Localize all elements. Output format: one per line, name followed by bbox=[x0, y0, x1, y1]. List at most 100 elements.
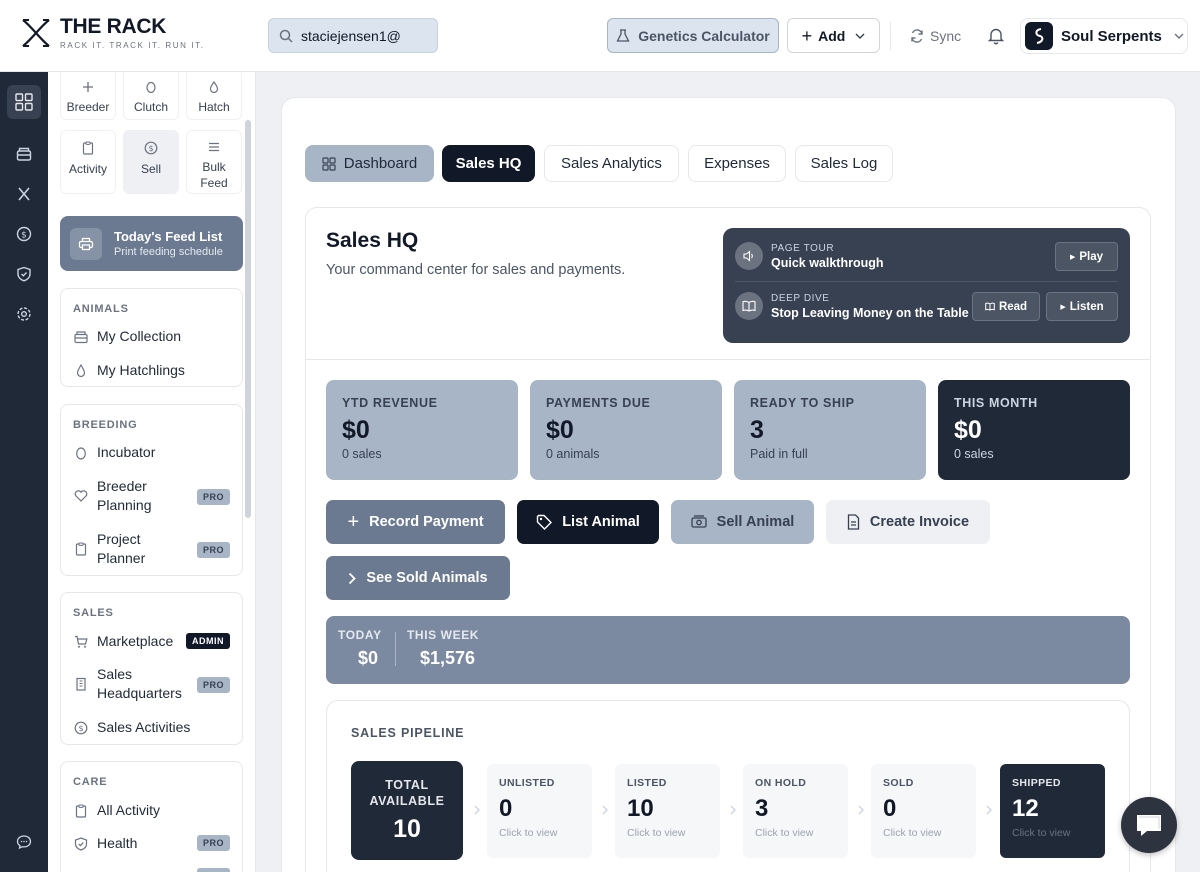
tab-label: Sales HQ bbox=[455, 155, 522, 172]
svg-text:$: $ bbox=[78, 724, 83, 733]
svg-text:$: $ bbox=[21, 231, 27, 241]
quick-action-label: Hatch bbox=[198, 100, 230, 114]
pipeline-total-available[interactable]: TOTAL AVAILABLE 10 bbox=[351, 761, 463, 860]
chat-launcher-button[interactable] bbox=[1121, 797, 1177, 853]
sidebar-item-my-hatchlings[interactable]: My Hatchlings bbox=[73, 361, 233, 380]
chevron-right-icon bbox=[474, 805, 480, 815]
rail-breeding[interactable] bbox=[7, 177, 41, 211]
sidebar-item-incubator[interactable]: Incubator bbox=[73, 443, 233, 462]
sync-button[interactable]: Sync bbox=[910, 18, 968, 53]
sidebar-item-label: Marketplace bbox=[97, 633, 174, 649]
page-tour-title: Quick walkthrough bbox=[771, 255, 884, 270]
listen-button[interactable]: ▶ Listen bbox=[1046, 292, 1118, 321]
stage-label: LISTED bbox=[627, 777, 667, 789]
add-button[interactable]: + Add bbox=[787, 18, 880, 53]
quick-action-activity[interactable]: Activity bbox=[60, 130, 116, 194]
rail-messages[interactable] bbox=[7, 825, 41, 859]
rail-sales[interactable]: $ bbox=[7, 217, 41, 251]
flask-icon bbox=[616, 28, 630, 42]
tour-card: PAGE TOUR Quick walkthrough ▶ Play DEEP … bbox=[723, 228, 1130, 343]
quick-action-label: Sell bbox=[140, 162, 161, 176]
rail-dashboard[interactable] bbox=[7, 85, 41, 119]
quick-action-label: Bulk Feed bbox=[200, 160, 228, 190]
sidebar-item-sales-activities[interactable]: $ Sales Activities bbox=[73, 718, 233, 737]
stage-hint: Click to view bbox=[1012, 827, 1071, 839]
clipboard-icon bbox=[75, 804, 87, 818]
breeding-group: BREEDING Incubator Breeder Planning PRO … bbox=[60, 404, 243, 576]
pipeline-stage-sold[interactable]: SOLD 0 Click to view bbox=[871, 764, 976, 858]
play-label: Play bbox=[1079, 250, 1104, 263]
search-box[interactable] bbox=[268, 18, 438, 53]
heart-icon bbox=[74, 490, 88, 502]
total-available-value: 10 bbox=[393, 815, 421, 843]
quick-action-sell[interactable]: $ Sell bbox=[123, 130, 179, 194]
dollar-icon: $ bbox=[74, 721, 88, 734]
quick-action-clutch[interactable]: Clutch bbox=[123, 72, 179, 120]
sync-icon bbox=[911, 28, 923, 43]
pipeline-stage-on-hold[interactable]: ON HOLD 3 Click to view bbox=[743, 764, 848, 858]
chevron-down-icon bbox=[855, 33, 865, 39]
sidebar-item-label: Incubator bbox=[97, 444, 156, 460]
sidebar-item-my-collection[interactable]: My Collection bbox=[73, 327, 233, 346]
building-icon bbox=[76, 677, 86, 691]
rail-collection[interactable] bbox=[7, 137, 41, 171]
stat-card-ready-to-ship[interactable]: READY TO SHIP 3 Paid in full bbox=[734, 380, 926, 480]
record-payment-label: Record Payment bbox=[369, 514, 484, 530]
record-payment-button[interactable]: + Record Payment bbox=[326, 500, 505, 544]
account-switcher[interactable]: Soul Serpents bbox=[1020, 18, 1188, 54]
pipeline-stage-shipped[interactable]: SHIPPED 12 Click to view bbox=[1000, 764, 1105, 858]
box-icon bbox=[74, 330, 88, 343]
page-subtitle: Your command center for sales and paymen… bbox=[326, 262, 626, 278]
chat-bubble-icon bbox=[16, 835, 32, 850]
dollar-icon: $ bbox=[16, 226, 32, 242]
tour-divider bbox=[735, 281, 1118, 282]
create-invoice-button[interactable]: Create Invoice bbox=[826, 500, 990, 544]
sidebar-scrollbar[interactable] bbox=[245, 120, 251, 518]
stat-sub: Paid in full bbox=[750, 447, 808, 461]
play-tour-button[interactable]: ▶ Play bbox=[1055, 242, 1118, 271]
read-button[interactable]: Read bbox=[972, 292, 1040, 321]
stat-label: READY TO SHIP bbox=[750, 396, 855, 410]
rack-logo-icon bbox=[22, 19, 50, 47]
feed-card-subtitle: Print feeding schedule bbox=[114, 246, 223, 258]
book-icon bbox=[735, 292, 763, 320]
sidebar-item-label: Project Planner bbox=[97, 531, 146, 566]
genetics-calculator-button[interactable]: Genetics Calculator bbox=[607, 18, 779, 53]
quick-action-bulk-feed[interactable]: Bulk Feed bbox=[186, 130, 242, 194]
quick-action-hatch[interactable]: Hatch bbox=[186, 72, 242, 120]
sidebar-item-all-activity[interactable]: All Activity bbox=[73, 801, 233, 820]
rail-settings[interactable] bbox=[7, 297, 41, 331]
tab-expenses[interactable]: Expenses bbox=[688, 145, 786, 182]
tab-sales-log[interactable]: Sales Log bbox=[795, 145, 893, 182]
pipeline-stage-unlisted[interactable]: UNLISTED 0 Click to view bbox=[487, 764, 592, 858]
stage-hint: Click to view bbox=[627, 827, 686, 839]
stat-card-this-month[interactable]: THIS MONTH $0 0 sales bbox=[938, 380, 1130, 480]
account-name: Soul Serpents bbox=[1061, 27, 1162, 45]
tab-sales-analytics[interactable]: Sales Analytics bbox=[544, 145, 679, 182]
todays-feed-list-card[interactable]: Today's Feed List Print feeding schedule bbox=[60, 216, 243, 271]
tab-dashboard[interactable]: Dashboard bbox=[305, 145, 434, 182]
play-icon: ▶ bbox=[1069, 253, 1076, 261]
this-week-value: $1,576 bbox=[420, 648, 476, 668]
plus-icon: + bbox=[347, 511, 360, 533]
cart-icon bbox=[75, 635, 88, 648]
rail-health[interactable] bbox=[7, 257, 41, 291]
list-animal-button[interactable]: List Animal bbox=[517, 500, 659, 544]
quick-action-breeder[interactable]: Breeder bbox=[60, 72, 116, 120]
grid-icon bbox=[322, 156, 336, 171]
sell-animal-button[interactable]: Sell Animal bbox=[671, 500, 814, 544]
notifications-button[interactable] bbox=[986, 26, 1006, 46]
tab-sales-hq[interactable]: Sales HQ bbox=[442, 145, 535, 182]
stat-value: $0 bbox=[954, 416, 982, 444]
sidebar: Breeder Clutch Hatch Activity $ Sell Bul… bbox=[48, 72, 256, 872]
brand-tagline: RACK IT. TRACK IT. RUN IT. bbox=[60, 41, 205, 50]
search-input[interactable] bbox=[301, 27, 421, 44]
sidebar-item-label: My Hatchlings bbox=[97, 362, 185, 378]
see-sold-animals-button[interactable]: See Sold Animals bbox=[326, 556, 510, 600]
stat-card-payments-due[interactable]: PAYMENTS DUE $0 0 animals bbox=[530, 380, 722, 480]
stat-card-ytd-revenue[interactable]: YTD REVENUE $0 0 sales bbox=[326, 380, 518, 480]
quick-action-label: Clutch bbox=[133, 100, 168, 114]
brand-logo[interactable]: THE RACK RACK IT. TRACK IT. RUN IT. bbox=[20, 16, 205, 50]
pipeline-stage-listed[interactable]: LISTED 10 Click to view bbox=[615, 764, 720, 858]
today-label: TODAY bbox=[338, 628, 382, 642]
